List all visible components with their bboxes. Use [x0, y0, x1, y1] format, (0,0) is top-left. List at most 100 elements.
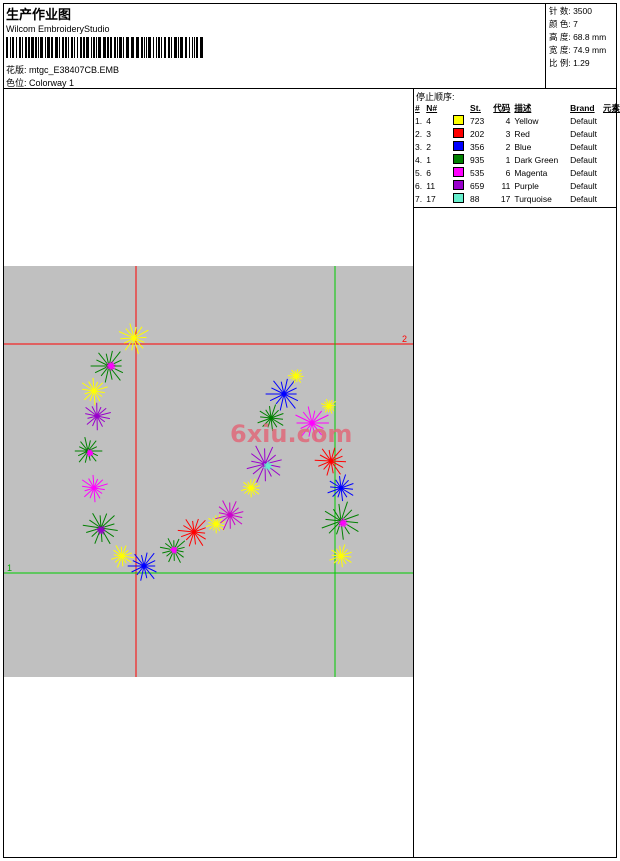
row-swatch — [453, 167, 470, 180]
embroidery-flowers — [74, 323, 359, 581]
barcode-bar — [51, 37, 53, 58]
row-brand: Default — [570, 181, 597, 191]
row-index: 3. — [415, 142, 423, 152]
barcode-bar — [31, 37, 34, 58]
barcode-bar — [19, 37, 21, 58]
document-title: 生产作业图 — [6, 8, 72, 23]
barcode-bar — [45, 37, 46, 58]
barcode-bar — [189, 37, 190, 58]
row-code: 11 — [501, 181, 511, 191]
row-element — [603, 180, 620, 193]
row-description: Yellow — [514, 116, 539, 126]
row-needle: 3 — [426, 129, 431, 139]
col-element: 元素 — [602, 103, 620, 113]
row-description: Turquoise — [514, 194, 552, 204]
row-swatch — [453, 154, 470, 167]
row-stitches: 935 — [470, 155, 485, 165]
barcode-bar — [161, 37, 162, 58]
row-stitches: 723 — [470, 116, 485, 126]
row-code: 17 — [500, 194, 511, 204]
barcode-bar — [86, 37, 89, 58]
barcode-bar — [47, 37, 50, 58]
row-stitches: 356 — [470, 142, 485, 152]
row-stitches: 659 — [470, 181, 485, 191]
barcode-bar — [35, 37, 37, 58]
row-stitches: 202 — [470, 129, 485, 139]
barcode-bar — [28, 37, 30, 58]
row-needle: 17 — [426, 194, 436, 204]
barcode-bar — [22, 37, 23, 58]
row-description: Magenta — [514, 168, 548, 178]
table-row: 5. 6 535 6 Magenta Default — [415, 167, 620, 180]
col-code: 代码 — [493, 103, 511, 113]
row-brand: Default — [570, 142, 597, 152]
color-swatch — [453, 141, 465, 151]
col-description: 描述 — [514, 103, 532, 113]
barcode-bar — [185, 37, 187, 58]
row-brand: Default — [570, 168, 597, 178]
barcode-bar — [126, 37, 129, 58]
row-description: Purple — [514, 181, 539, 191]
flower-motif — [127, 552, 157, 581]
barcode-bar — [168, 37, 170, 58]
color-swatch — [453, 115, 465, 125]
row-code: 3 — [505, 129, 511, 139]
barcode-bar — [74, 37, 75, 58]
barcode-bar — [68, 37, 69, 58]
row-index: 6. — [415, 181, 423, 191]
barcode-bar — [192, 37, 193, 58]
row-swatch — [453, 141, 470, 154]
barcode-bar — [164, 37, 166, 58]
table-header-row: # N# St. 代码 描述 Brand 元素 — [415, 102, 620, 115]
col-needle: N# — [426, 103, 438, 113]
barcode-bar — [131, 37, 134, 58]
table-row: 1. 4 723 4 Yellow Default — [415, 115, 620, 128]
barcode-bar — [65, 37, 67, 58]
design-file-label: 花版: mtgc_E38407CB.EMB — [6, 65, 120, 75]
barcode-bar — [6, 37, 8, 58]
row-element — [603, 115, 620, 128]
barcode-bar — [71, 37, 73, 58]
barcode-bar — [62, 37, 64, 58]
row-code: 2 — [505, 142, 511, 152]
row-index: 1. — [415, 116, 423, 126]
barcode-bar — [38, 37, 39, 58]
col-index: # — [415, 103, 420, 113]
barcode-bar — [146, 37, 147, 58]
flower-motif — [329, 544, 352, 568]
color-swatch — [453, 154, 465, 164]
barcode-bar — [107, 37, 109, 58]
design-canvas: 2 1 — [4, 266, 413, 677]
barcode-bar — [194, 37, 195, 58]
row-brand: Default — [570, 129, 597, 139]
barcode-bar — [98, 37, 101, 58]
barcode-bar — [117, 37, 118, 58]
barcode-bar — [59, 37, 60, 58]
row-description: Red — [514, 129, 530, 139]
row-code: 1 — [505, 155, 511, 165]
color-swatch — [453, 180, 465, 190]
watermark: 6xiu.com — [230, 420, 353, 448]
barcode-bar — [93, 37, 95, 58]
flower-motif — [111, 545, 135, 568]
guide-marker-2: 2 — [402, 334, 407, 344]
design-height: 高 度: 68.8 mm — [549, 32, 607, 42]
flower-motif — [205, 514, 226, 534]
flower-motif — [321, 398, 336, 414]
flower-motif — [265, 378, 299, 411]
row-element — [603, 154, 620, 167]
row-element — [603, 141, 620, 154]
barcode-bar — [196, 37, 198, 58]
row-element — [603, 193, 620, 206]
row-element — [603, 167, 620, 180]
barcode-bar — [178, 37, 179, 58]
flower-motif — [177, 518, 206, 547]
barcode-bar — [174, 37, 177, 58]
flower-motif — [81, 377, 108, 406]
table-row: 4. 1 935 1 Dark Green Default — [415, 154, 620, 167]
flower-motif — [327, 474, 354, 502]
barcode-bar — [123, 37, 124, 58]
table-row: 6. 11 659 11 Purple Default — [415, 180, 620, 193]
col-swatch — [453, 102, 470, 115]
stop-sequence-table: # N# St. 代码 描述 Brand 元素 1. 4 723 4 Yellow Def… — [415, 102, 620, 206]
